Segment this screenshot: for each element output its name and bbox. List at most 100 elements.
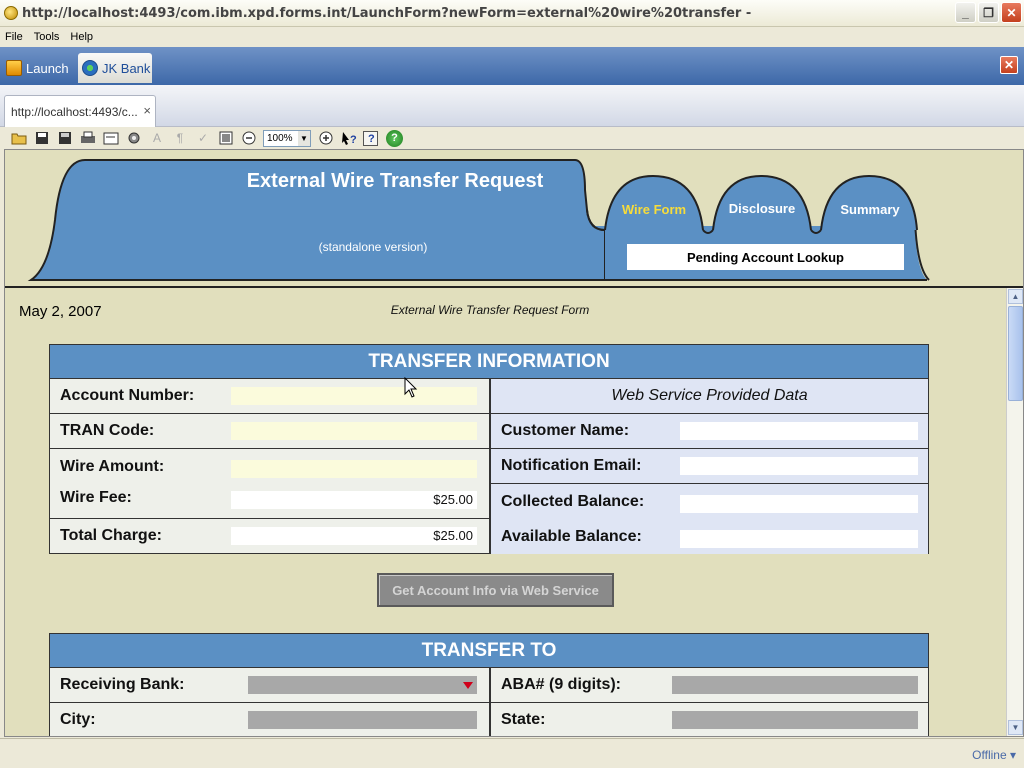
jk-bank-icon (82, 60, 98, 76)
window-controls: _ ❐ ✕ (955, 2, 1022, 23)
transfer-to-heading: TRANSFER TO (50, 634, 928, 668)
city-row: City: (50, 703, 489, 736)
tab-summary[interactable]: Summary (824, 202, 916, 217)
banner-title: External Wire Transfer Request (246, 170, 544, 192)
form-canvas: External Wire Transfer Request (standalo… (4, 149, 1024, 737)
spellcheck-icon[interactable]: ✓ (194, 130, 212, 147)
vertical-scrollbar[interactable]: ▲ ▼ (1006, 288, 1023, 736)
font-icon[interactable]: A (148, 130, 166, 147)
city-label: City: (60, 711, 96, 728)
save-all-icon[interactable] (56, 130, 74, 147)
state-row: State: (491, 703, 928, 736)
menu-tools[interactable]: Tools (34, 31, 60, 43)
receiving-bank-select[interactable] (248, 676, 477, 694)
zoom-select[interactable]: 100% ▼ (263, 129, 311, 147)
launch-tab[interactable]: Launch (2, 53, 72, 83)
customer-name-label: Customer Name: (501, 422, 630, 439)
customer-name-row: Customer Name: (491, 414, 928, 449)
notification-email-field (680, 457, 918, 475)
tab-disclosure[interactable]: Disclosure (716, 201, 808, 216)
get-account-info-button[interactable]: Get Account Info via Web Service (377, 573, 614, 607)
receiving-bank-label: Receiving Bank: (60, 676, 185, 693)
transfer-information-section: TRANSFER INFORMATION Account Number: TRA… (49, 344, 929, 554)
zoom-out-icon[interactable] (240, 130, 258, 147)
print-icon[interactable] (79, 130, 97, 147)
aba-row: ABA# (9 digits): (491, 668, 928, 703)
status-bar: Offline ▾ (0, 738, 1024, 768)
open-icon[interactable] (10, 130, 28, 147)
jk-bank-tab-label: JK Bank (102, 60, 151, 76)
tab-wire-form[interactable]: Wire Form (608, 202, 700, 217)
document-tab-strip: http://localhost:4493/c... × (0, 85, 1024, 127)
wire-amount-fee-row: Wire Amount: Wire Fee: $25.00 (50, 449, 489, 519)
tran-code-input[interactable] (231, 422, 477, 440)
help-icon[interactable]: ? (363, 130, 378, 146)
menu-bar: File Tools Help (0, 27, 1024, 47)
tran-code-row: TRAN Code: (50, 414, 489, 449)
transfer-information-heading: TRANSFER INFORMATION (50, 345, 928, 379)
svg-text:?: ? (350, 134, 357, 145)
save-icon[interactable] (33, 130, 51, 147)
print-preview-icon[interactable] (102, 130, 120, 147)
collected-balance-field (680, 495, 918, 513)
transfer-to-section: TRANSFER TO Receiving Bank: City: ABA# (… (49, 633, 929, 736)
restore-button[interactable]: ❐ (978, 2, 999, 23)
wire-amount-input[interactable] (231, 460, 477, 478)
scroll-down-icon[interactable]: ▼ (1008, 720, 1023, 735)
close-app-icon[interactable]: ✕ (1000, 56, 1018, 74)
offline-status-menu[interactable]: Offline ▾ (972, 748, 1016, 762)
zoom-in-icon[interactable] (317, 130, 335, 147)
menu-help[interactable]: Help (70, 31, 93, 43)
dropdown-arrow-icon (463, 682, 473, 689)
state-label: State: (501, 711, 546, 728)
state-input[interactable] (672, 711, 918, 729)
scroll-up-icon[interactable]: ▲ (1008, 289, 1023, 304)
minimize-button[interactable]: _ (955, 2, 976, 23)
document-tab[interactable]: http://localhost:4493/c... × (4, 95, 156, 127)
column-divider-lower (489, 519, 491, 553)
scroll-thumb[interactable] (1008, 306, 1023, 401)
collected-balance-label: Collected Balance: (501, 493, 645, 510)
total-charge-value: $25.00 (231, 527, 477, 545)
mouse-cursor-icon (404, 377, 418, 398)
info-help-icon[interactable]: ? (386, 129, 403, 147)
wire-amount-label: Wire Amount: (60, 458, 165, 475)
account-number-row: Account Number: (50, 379, 489, 414)
launch-tab-label: Launch (26, 60, 69, 76)
close-window-button[interactable]: ✕ (1001, 2, 1022, 23)
zoom-value: 100% (267, 132, 293, 144)
launch-icon (6, 60, 22, 76)
available-balance-field (680, 530, 918, 548)
pending-status-box: Pending Account Lookup (627, 244, 904, 270)
field-icon[interactable] (217, 130, 235, 147)
customer-name-field (680, 422, 918, 440)
balances-row: Collected Balance: Available Balance: (491, 484, 928, 554)
svg-text:?: ? (368, 133, 375, 144)
close-tab-icon[interactable]: × (143, 103, 151, 118)
app-icon (4, 6, 18, 20)
wire-fee-label: Wire Fee: (60, 489, 132, 506)
form-toolbar: A ¶ ✓ 100% ▼ ? ? ? (0, 127, 1024, 149)
total-charge-row: Total Charge: $25.00 (50, 519, 489, 553)
chevron-down-icon: ▼ (298, 130, 310, 146)
window-title: http://localhost:4493/com.ibm.xpd.forms.… (22, 5, 752, 21)
available-balance-label: Available Balance: (501, 528, 642, 545)
jk-bank-tab[interactable]: JK Bank (78, 53, 152, 83)
notification-email-label: Notification Email: (501, 457, 642, 474)
tran-code-label: TRAN Code: (60, 422, 155, 439)
context-help-icon[interactable]: ? (340, 130, 358, 147)
paragraph-icon[interactable]: ¶ (171, 130, 189, 147)
banner-subtitle: (standalone version) (318, 240, 428, 254)
notification-email-row: Notification Email: (491, 449, 928, 484)
aba-input[interactable] (672, 676, 918, 694)
window-titlebar: http://localhost:4493/com.ibm.xpd.forms.… (0, 0, 1024, 27)
app-tab-band: Launch JK Bank ✕ (0, 47, 1024, 85)
city-input[interactable] (248, 711, 477, 729)
document-tab-label: http://localhost:4493/c... (11, 104, 138, 119)
ws-data-row: Web Service Provided Data (491, 379, 928, 414)
wire-fee-value: $25.00 (231, 491, 477, 509)
settings-icon[interactable] (125, 130, 143, 147)
form-title: External Wire Transfer Request Form (390, 303, 590, 317)
account-number-input[interactable] (231, 387, 477, 405)
menu-file[interactable]: File (5, 31, 23, 43)
